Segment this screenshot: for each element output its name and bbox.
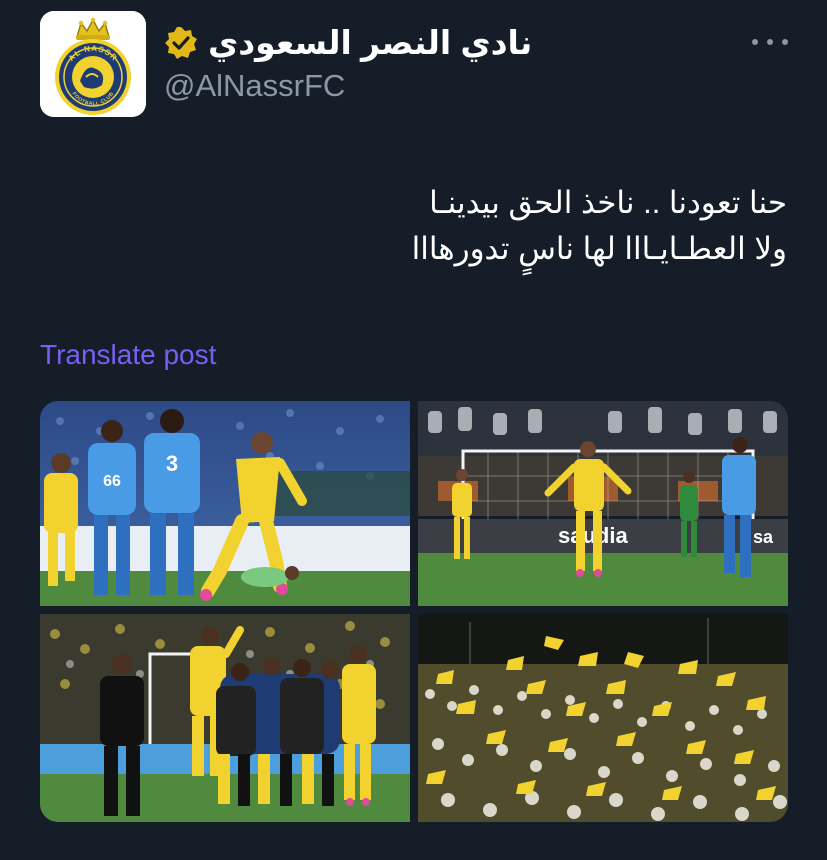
svg-text:sa: sa [753, 527, 774, 547]
media-photo-1[interactable]: 66 3 [40, 401, 410, 606]
user-handle[interactable]: @AlNassrFC [164, 66, 345, 106]
photo-team-huddle [40, 614, 410, 822]
more-dot [767, 39, 773, 45]
verified-badge-icon [165, 27, 197, 59]
photo-goal-celebration: saudia sa [418, 401, 788, 606]
avatar[interactable]: AL NASSR FOOTBALL CLUB [40, 11, 146, 117]
more-dot [752, 39, 758, 45]
tweet-text-line: ولا العطـايـااا لها ناسٍ تدورهااا [411, 231, 787, 266]
photo-fans-flags [418, 614, 788, 822]
translate-post-link[interactable]: Translate post [40, 337, 216, 373]
tweet-text: حنا تعودنا .. ناخذ الحق بيدينـا ولا العط… [187, 180, 787, 272]
al-nassr-logo: AL NASSR FOOTBALL CLUB [40, 11, 146, 117]
svg-text:3: 3 [166, 451, 178, 476]
photo-free-kick-celebration: 66 3 [40, 401, 410, 606]
author-name-row[interactable]: نادي النصر السعودي [164, 20, 532, 66]
more-options-icon[interactable] [752, 30, 788, 54]
svg-text:66: 66 [103, 473, 121, 490]
display-name: نادي النصر السعودي [208, 24, 533, 61]
tweet-page: AL NASSR FOOTBALL CLUB نادي النصر السعود… [0, 0, 827, 860]
media-grid: 66 3 saudia sa [40, 401, 788, 822]
media-photo-3[interactable] [40, 614, 410, 822]
media-photo-2[interactable]: saudia sa [418, 401, 788, 606]
tweet-text-line: حنا تعودنا .. ناخذ الحق بيدينـا [429, 185, 787, 220]
crown-icon [76, 17, 110, 40]
more-dot [782, 39, 788, 45]
media-photo-4[interactable] [418, 614, 788, 822]
